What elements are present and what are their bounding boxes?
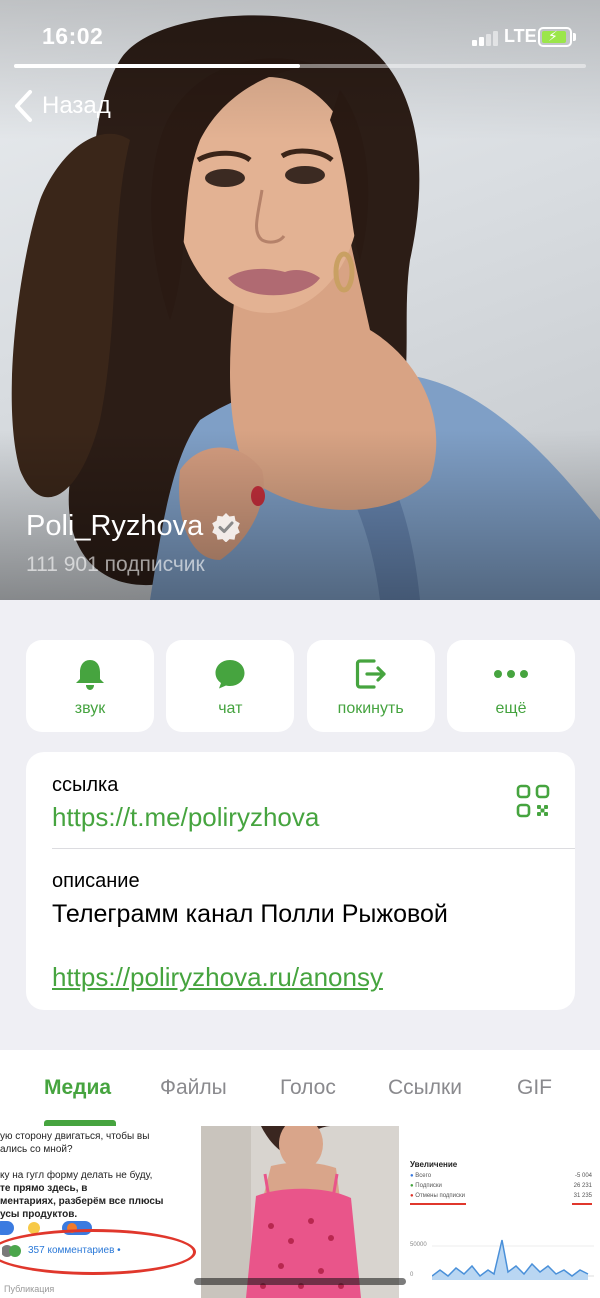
stats-row: ● Всего -5 004 <box>410 1173 592 1179</box>
channel-info-card: ссылка https://t.me/poliryzhova описание… <box>26 752 575 1010</box>
back-label: Назад <box>42 92 111 119</box>
info-divider <box>52 848 575 849</box>
sound-button[interactable]: звук <box>26 640 154 732</box>
story-progress-bar <box>14 64 586 68</box>
highlight-underline <box>410 1203 466 1205</box>
leave-icon <box>355 659 386 689</box>
post-text-line: те прямо здесь, в <box>0 1183 88 1194</box>
post-text-line: ку на гугл форму делать не буду, <box>0 1170 153 1181</box>
media-grid: ую сторону двигаться, чтобы вы ались со … <box>0 1126 600 1298</box>
channel-name: Poli_Ryzhova <box>26 510 204 542</box>
description-link[interactable]: https://poliryzhova.ru/anonsy <box>52 962 383 993</box>
channel-actions: звук чат покинуть ещё <box>26 640 575 732</box>
stats-title: Увеличение <box>410 1160 458 1169</box>
highlight-underline <box>572 1203 592 1205</box>
tab-files[interactable]: Файлы <box>160 1076 227 1100</box>
stats-line-chart <box>432 1239 594 1280</box>
more-dots-icon <box>493 670 528 678</box>
tab-links[interactable]: Ссылки <box>388 1076 462 1100</box>
network-type: LTE <box>504 26 537 46</box>
qr-code-icon[interactable] <box>516 784 550 818</box>
status-time: 16:02 <box>42 23 104 49</box>
highlight-ring <box>0 1229 196 1275</box>
y-tick-label: 0 <box>410 1272 414 1278</box>
battery-icon: ⚡ <box>538 27 572 47</box>
post-text-line: ментариях, разберём все плюсы <box>0 1196 164 1207</box>
link-label: ссылка <box>52 774 119 796</box>
chat-button-label: чат <box>218 700 243 717</box>
home-indicator <box>194 1278 406 1285</box>
channel-cover-photo: 16:02 LTE ⚡ Назад Poli_Ryzhova 111 901 п… <box>0 0 600 600</box>
subscriber-count: 111 901 подписчик <box>26 553 205 576</box>
description-text: Телеграмм канал Полли Рыжовой <box>52 900 448 928</box>
back-button[interactable]: Назад <box>12 88 111 124</box>
chat-bubble-icon <box>215 660 245 689</box>
stats-row: ● Отмены подписки 31 235 <box>410 1193 592 1199</box>
more-button[interactable]: ещё <box>446 640 575 732</box>
post-text-line: ую сторону двигаться, чтобы вы <box>0 1131 150 1142</box>
post-text-line: ались со мной? <box>0 1144 73 1155</box>
publication-label: Публикация <box>4 1284 55 1294</box>
channel-link[interactable]: https://t.me/poliryzhova <box>52 802 319 833</box>
tab-gif[interactable]: GIF <box>517 1076 552 1100</box>
verified-badge-icon <box>212 512 241 542</box>
description-label: описание <box>52 870 140 892</box>
photo-thumbnail <box>201 1126 399 1298</box>
status-bar: 16:02 LTE ⚡ <box>0 0 600 62</box>
leave-button[interactable]: покинуть <box>306 640 435 732</box>
y-tick-label: 50000 <box>410 1242 427 1248</box>
sound-button-label: звук <box>74 700 106 717</box>
stats-row: ● Подписки 26 231 <box>410 1183 592 1189</box>
bell-icon <box>76 660 104 690</box>
story-progress-fill <box>14 64 300 68</box>
media-thumbnail[interactable]: Увеличение ● Всего -5 004 ● Подписки 26 … <box>402 1126 600 1298</box>
chevron-left-icon <box>15 90 32 122</box>
chat-button[interactable]: чат <box>166 640 295 732</box>
media-tabs: Медиа Файлы Голос Ссылки GIF <box>0 1050 600 1128</box>
leave-button-label: покинуть <box>337 700 404 717</box>
tab-voice[interactable]: Голос <box>280 1076 336 1100</box>
more-button-label: ещё <box>495 700 527 717</box>
tab-media[interactable]: Медиа <box>44 1076 111 1100</box>
media-thumbnail[interactable]: ую сторону двигаться, чтобы вы ались со … <box>0 1126 198 1298</box>
channel-title: Poli_Ryzhova <box>26 510 241 543</box>
battery-tip <box>573 33 576 41</box>
media-thumbnail[interactable] <box>201 1126 399 1298</box>
signal-strength-icon <box>472 30 498 46</box>
